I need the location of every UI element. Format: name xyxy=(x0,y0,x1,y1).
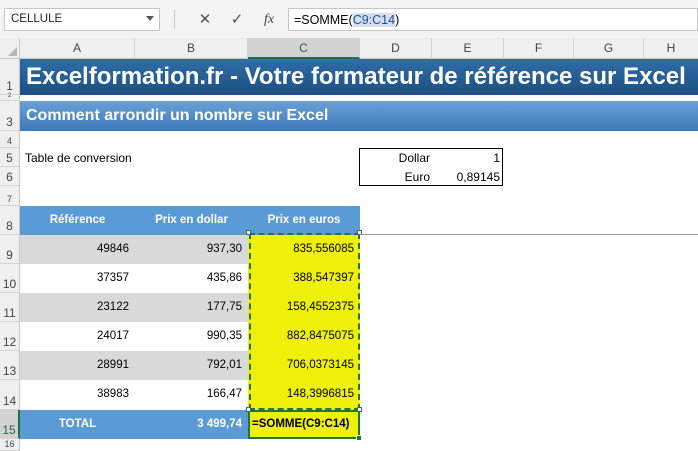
table-row-usd[interactable]: 792,01 xyxy=(135,351,248,380)
cancel-icon[interactable]: ✕ xyxy=(191,8,219,31)
table-row-ref[interactable]: 24017 xyxy=(20,322,135,351)
sheet-title[interactable]: Excelformation.fr - Votre formateur de r… xyxy=(20,59,698,95)
total-label[interactable]: TOTAL xyxy=(20,410,135,439)
marquee-handle[interactable] xyxy=(246,230,251,235)
formula-suffix: ) xyxy=(395,13,400,27)
table-row-usd[interactable]: 166,47 xyxy=(135,380,248,410)
row-header-10[interactable]: 10 xyxy=(0,264,20,293)
formula-range-reference: C9:C14 xyxy=(352,13,396,27)
formula-prefix: =SOMME( xyxy=(294,13,353,27)
marquee-handle[interactable] xyxy=(357,407,362,412)
row-header-14[interactable]: 14 xyxy=(0,380,20,410)
column-header-g[interactable]: G xyxy=(574,38,644,59)
select-all-button[interactable] xyxy=(0,38,20,59)
table-row-usd[interactable]: 990,35 xyxy=(135,322,248,351)
active-cell-total-formula[interactable]: =SOMME(C9:C14) xyxy=(248,410,360,439)
row-header-7[interactable]: 7 xyxy=(0,186,20,206)
column-header-e[interactable]: E xyxy=(432,38,504,59)
enter-icon[interactable]: ✓ xyxy=(223,8,251,31)
sheet-subtitle[interactable]: Comment arrondir un nombre sur Excel xyxy=(20,101,698,131)
row-header-12[interactable]: 12 xyxy=(0,322,20,351)
fill-handle[interactable] xyxy=(356,435,362,441)
formula-input[interactable]: =SOMME(C9:C14) xyxy=(288,8,698,31)
table-row-ref[interactable]: 49846 xyxy=(20,235,135,264)
table-row-ref[interactable]: 37357 xyxy=(20,264,135,293)
page-break-line xyxy=(360,234,698,235)
row-header-6[interactable]: 6 xyxy=(0,167,20,186)
row-header-3[interactable]: 3 xyxy=(0,101,20,131)
row-header-11[interactable]: 11 xyxy=(0,293,20,322)
table-row-usd[interactable]: 937,30 xyxy=(135,235,248,264)
rate-dollar[interactable]: 1 xyxy=(432,151,500,165)
currency-dollar[interactable]: Dollar xyxy=(360,151,430,165)
chevron-down-icon[interactable] xyxy=(146,16,154,21)
rate-euro[interactable]: 0,89145 xyxy=(432,170,500,184)
currency-euro[interactable]: Euro xyxy=(360,170,430,184)
header-price-dollar[interactable]: Prix en dollar xyxy=(135,206,248,235)
total-usd[interactable]: 3 499,74 xyxy=(135,410,248,439)
name-box-value: CELLULE xyxy=(11,13,63,25)
table-row-usd[interactable]: 177,75 xyxy=(135,293,248,322)
table-row-usd[interactable]: 435,86 xyxy=(135,264,248,293)
row-header-1[interactable]: 1 xyxy=(0,59,20,95)
name-box[interactable]: CELLULE xyxy=(4,8,160,31)
conversion-label[interactable]: Table de conversion xyxy=(25,151,132,165)
column-header-h[interactable]: H xyxy=(644,38,698,59)
column-header-b[interactable]: B xyxy=(135,38,248,59)
column-header-d[interactable]: D xyxy=(360,38,432,59)
marquee-handle[interactable] xyxy=(246,407,251,412)
table-row-ref[interactable]: 23122 xyxy=(20,293,135,322)
header-reference[interactable]: Référence xyxy=(20,206,135,235)
row-header-8[interactable]: 8 xyxy=(0,206,20,235)
header-price-euro[interactable]: Prix en euros xyxy=(248,206,360,235)
row-header-9[interactable]: 9 xyxy=(0,235,20,264)
row-header-15[interactable]: 15 xyxy=(0,410,20,439)
column-header-a[interactable]: A xyxy=(20,38,135,59)
table-row-ref[interactable]: 28991 xyxy=(20,351,135,380)
formula-bar-separator xyxy=(174,10,175,29)
row-header-16[interactable]: 16 xyxy=(0,439,20,451)
table-row-ref[interactable]: 38983 xyxy=(20,380,135,410)
range-marquee xyxy=(249,233,360,410)
row-header-5[interactable]: 5 xyxy=(0,148,20,167)
row-header-13[interactable]: 13 xyxy=(0,351,20,380)
column-header-f[interactable]: F xyxy=(504,38,574,59)
row-header-4[interactable]: 4 xyxy=(0,131,20,148)
insert-function-icon[interactable]: fx xyxy=(255,8,283,31)
column-header-c[interactable]: C xyxy=(248,38,360,59)
